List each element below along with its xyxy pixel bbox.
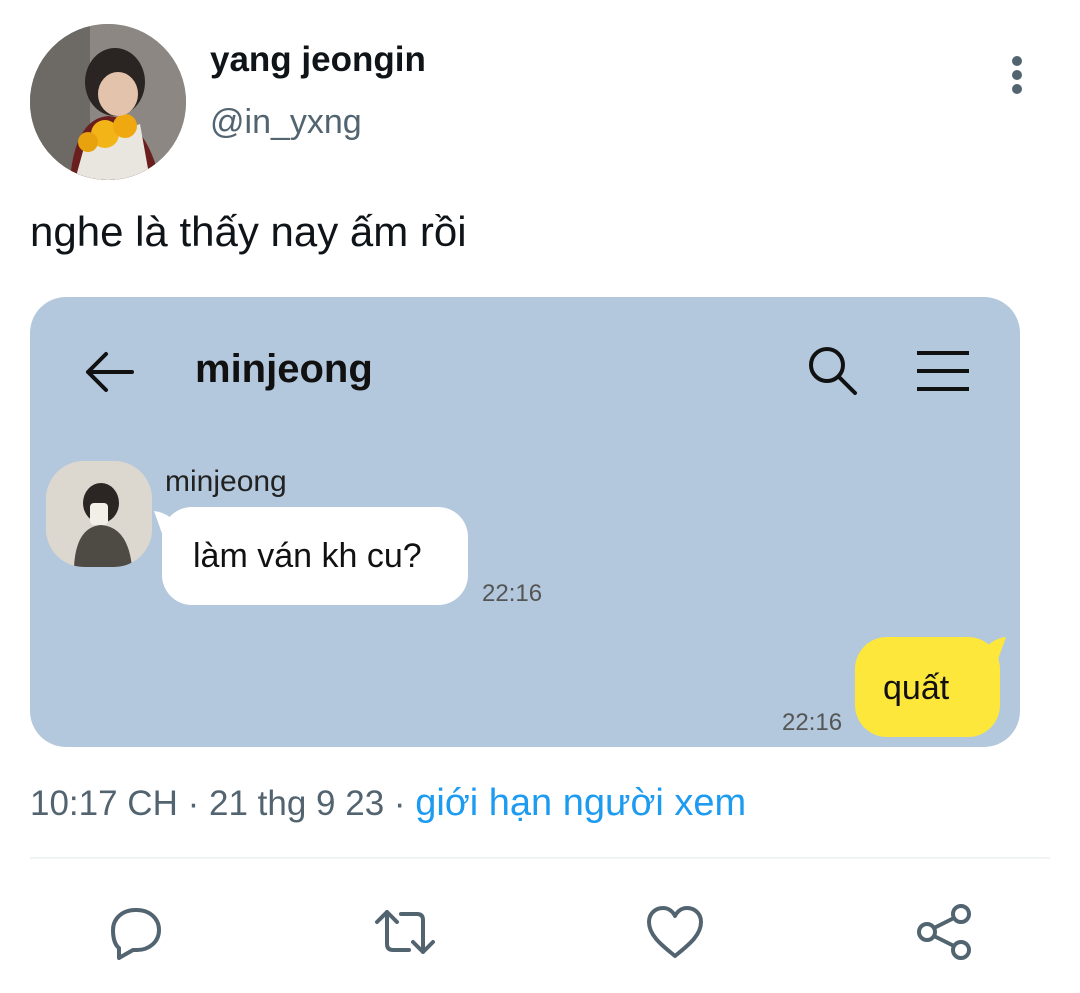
user-handle[interactable]: @in_yxng: [210, 103, 362, 142]
back-arrow-icon: [86, 352, 134, 392]
outgoing-message-text: quất: [883, 669, 950, 707]
meta-separator: ·: [393, 784, 406, 823]
tweet-image[interactable]: minjeong minjeong làm ván kh cu? 22:16 q…: [30, 297, 1020, 747]
like-icon: [647, 906, 703, 958]
more-dot: [1012, 84, 1022, 94]
more-options-button[interactable]: [1000, 52, 1034, 98]
retweet-button[interactable]: [373, 900, 437, 964]
reply-button[interactable]: [103, 900, 167, 964]
share-button[interactable]: [913, 900, 977, 964]
tweet-time: 10:17 CH: [30, 784, 178, 823]
retweet-icon: [375, 910, 435, 954]
tweet-text: nghe là thấy nay ấm rồi: [30, 208, 467, 255]
share-icon: [917, 904, 971, 960]
reply-icon: [111, 908, 161, 960]
menu-icon: [917, 351, 969, 391]
chat-title: minjeong: [195, 347, 373, 391]
tweet-meta: 10:17 CH · 21 thg 9 23 · giới hạn người …: [30, 782, 746, 825]
incoming-message-text: làm ván kh cu?: [193, 537, 422, 575]
tweet-date: 21 thg 9 23: [209, 784, 385, 823]
outgoing-message-time: 22:16: [782, 709, 843, 736]
display-name[interactable]: yang jeongin: [210, 40, 426, 80]
meta-separator: ·: [187, 784, 200, 823]
more-vertical-icon: [1012, 56, 1022, 66]
divider: [30, 857, 1050, 859]
profile-avatar[interactable]: [30, 24, 186, 180]
audience-link[interactable]: giới hạn người xem: [415, 782, 746, 824]
message-sender-name: minjeong: [165, 465, 287, 498]
search-icon: [809, 347, 857, 395]
chat-contact-avatar: [46, 461, 152, 567]
incoming-message-time: 22:16: [482, 580, 543, 607]
like-button[interactable]: [643, 900, 707, 964]
profile-photo: [30, 24, 186, 180]
more-dot: [1012, 70, 1022, 80]
